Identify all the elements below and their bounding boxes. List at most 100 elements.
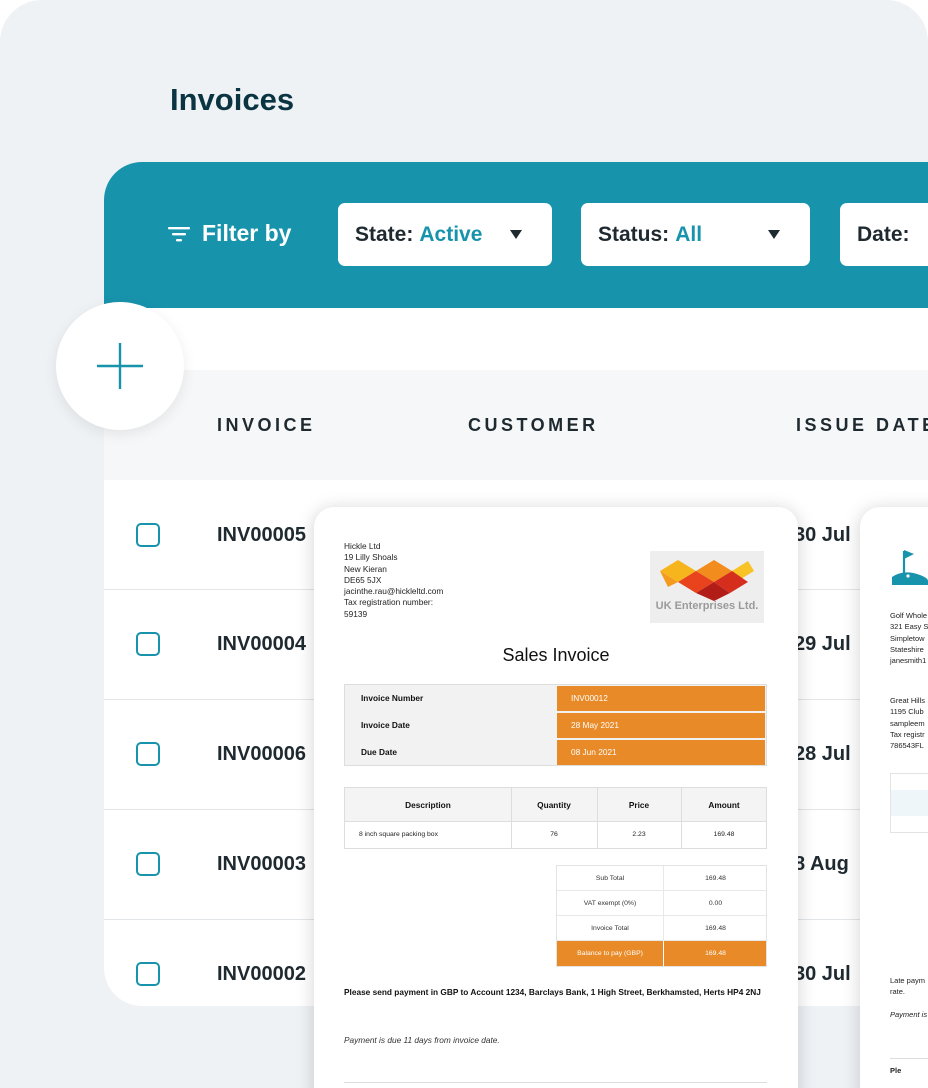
date-filter-label: Date: (857, 222, 910, 246)
totals-row: Invoice Total 169.48 (557, 916, 766, 941)
footer-text: Ple (890, 1066, 902, 1075)
state-filter-value: Active (419, 222, 483, 246)
divider (663, 941, 664, 966)
state-filter-label: State: (355, 222, 414, 246)
issue-date: 28 Jul (794, 743, 851, 765)
filter-by-text: Filter by (202, 220, 292, 246)
invoice-title: Sales Invoice (502, 645, 610, 665)
note-line: Late paym (890, 976, 926, 985)
address-line: janesmith1 (890, 656, 927, 666)
invoice-number[interactable]: INV00003 (217, 853, 306, 876)
totals-value: 0.00 (708, 900, 723, 907)
address-line: sampleem (890, 718, 925, 728)
invoice-preview-secondary: Golf Whole 321 Easy S Simpletow Stateshi… (860, 507, 928, 1088)
payment-due-note: Payment is due 11 days from invoice date… (344, 1035, 500, 1045)
filter-icon (168, 226, 190, 241)
balance-row: Balance to pay (GBP) 169.48 (557, 941, 766, 966)
meta-label: Due Date (361, 747, 397, 757)
totals-value: 169.48 (705, 875, 726, 882)
totals-label: VAT exempt (0%) (583, 900, 637, 907)
invoice-number[interactable]: INV00006 (217, 743, 306, 766)
address-line: jacinthe.rau@hickleltd.com (344, 586, 444, 597)
status-filter-dropdown[interactable]: Status: All (581, 203, 810, 266)
sender-address: Hickle Ltd 19 Lilly Shoals New Kieran DE… (344, 541, 443, 620)
chevron-down-icon (768, 230, 780, 239)
column-header-issue-date[interactable]: ISSUE DATE (796, 415, 928, 436)
filter-bar: Filter by State: Active Status: All Date… (104, 162, 928, 308)
address-line: 59139 (344, 608, 368, 619)
invoice-number[interactable]: INV00004 (217, 633, 306, 656)
meta-row: Invoice Date 28 May 2021 (345, 712, 766, 738)
divider (511, 788, 512, 848)
totals-row: VAT exempt (0%) 0.00 (557, 891, 766, 916)
totals-value: 169.48 (705, 925, 726, 932)
divider (663, 916, 664, 940)
address-line: 786543FL (890, 741, 924, 751)
meta-value: 28 May 2021 (557, 713, 765, 738)
address-line: Stateshire (890, 644, 924, 654)
issue-date: 29 Jul (794, 633, 851, 655)
issue-date: 8 Aug (794, 853, 849, 875)
plus-icon (97, 343, 143, 389)
row-checkbox[interactable] (136, 632, 160, 656)
invoice-meta-table: Invoice Number INV00012 Invoice Date 28 … (344, 684, 767, 766)
address-line: New Kieran (344, 563, 387, 574)
app-canvas: Invoices Filter by State: Active Status:… (0, 0, 928, 1088)
meta-label: Invoice Number (361, 693, 424, 703)
late-payment-note: Late paym rate. (890, 975, 925, 998)
divider (663, 891, 664, 915)
logo-text: UK Enterprises Ltd. (655, 600, 759, 612)
totals-table: Sub Total 169.48 VAT exempt (0%) 0.00 In… (556, 865, 767, 967)
address-line: 321 Easy S (890, 622, 928, 632)
item-quantity: 76 (550, 831, 558, 838)
totals-label: Invoice Total (591, 925, 629, 932)
issue-date: 30 Jul (794, 524, 851, 546)
note-line: rate. (890, 987, 906, 997)
meta-value: 08 Jun 2021 (557, 740, 765, 765)
table-band (891, 790, 928, 816)
column-header-invoice[interactable]: INVOICE (217, 415, 316, 436)
address-line: Tax registration number: (344, 597, 434, 608)
filter-by-label: Filter by (168, 220, 291, 247)
line-items-header: Description Quantity Price Amount (345, 788, 766, 822)
divider (597, 788, 598, 848)
row-checkbox[interactable] (136, 523, 160, 547)
meta-label: Invoice Date (361, 720, 410, 730)
status-filter-value: All (675, 222, 703, 246)
meta-table (890, 773, 928, 833)
address-line: DE65 5JX (344, 574, 382, 585)
header-quantity: Quantity (537, 800, 571, 810)
payment-note: Payment is (890, 1010, 928, 1019)
logo-mark-icon (660, 560, 754, 601)
row-checkbox[interactable] (136, 852, 160, 876)
meta-row: Due Date 08 Jun 2021 (345, 739, 766, 765)
line-items-table: Description Quantity Price Amount 8 inch… (344, 787, 767, 849)
totals-row: Sub Total 169.48 (557, 866, 766, 891)
header-price: Price (628, 800, 650, 810)
balance-label: Balance to pay (GBP) (577, 950, 643, 957)
address-line: Great Hills (890, 696, 926, 705)
state-filter-dropdown[interactable]: State: Active (338, 203, 552, 266)
header-amount: Amount (708, 800, 740, 810)
divider (663, 866, 664, 890)
totals-label: Sub Total (595, 875, 625, 882)
row-checkbox[interactable] (136, 742, 160, 766)
invoice-number[interactable]: INV00005 (217, 524, 306, 547)
divider (344, 1082, 767, 1083)
balance-value: 169.48 (705, 950, 726, 957)
row-checkbox[interactable] (136, 962, 160, 986)
company-logo: UK Enterprises Ltd. (650, 551, 764, 623)
invoice-preview: Hickle Ltd 19 Lilly Shoals New Kieran DE… (314, 507, 798, 1088)
page-title: Invoices (170, 82, 295, 117)
chevron-down-icon (510, 230, 522, 239)
issue-date: 30 Jul (794, 963, 851, 985)
column-header-customer[interactable]: CUSTOMER (468, 415, 599, 436)
add-invoice-button[interactable] (56, 302, 184, 430)
golf-flag-icon (892, 550, 928, 585)
table-header: INVOICE CUSTOMER ISSUE DATE (104, 370, 928, 480)
divider (681, 788, 682, 848)
date-filter-dropdown[interactable]: Date: (840, 203, 928, 266)
meta-value: INV00012 (557, 686, 765, 711)
invoice-number[interactable]: INV00002 (217, 963, 306, 986)
meta-row: Invoice Number INV00012 (345, 685, 766, 711)
